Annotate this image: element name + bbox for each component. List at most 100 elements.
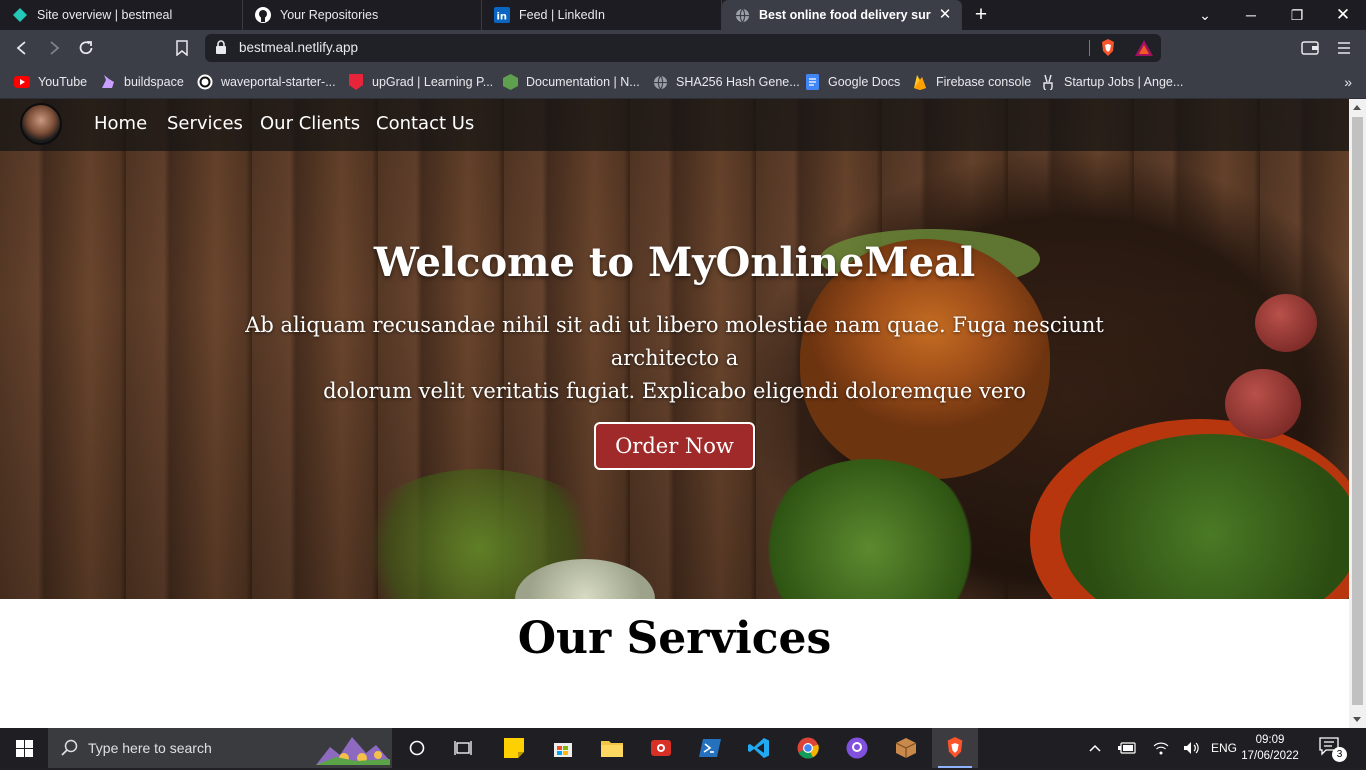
volume-icon[interactable]	[1178, 728, 1206, 768]
microsoft-store-icon[interactable]	[540, 728, 586, 768]
hero-content: Welcome to MyOnlineMeal Ab aliquam recus…	[0, 99, 1349, 599]
more-bookmarks-icon[interactable]: »	[1344, 74, 1352, 90]
services-heading: Our Services	[517, 613, 832, 664]
bookmark-label: Google Docs	[828, 75, 901, 89]
tab-linkedin-feed[interactable]: in Feed | LinkedIn	[482, 0, 722, 30]
close-window-button[interactable]: ✕	[1320, 0, 1366, 30]
cortana-icon[interactable]	[394, 728, 440, 768]
bookmark-startup-jobs[interactable]: Startup Jobs | Ange...	[1040, 71, 1183, 93]
github-icon	[255, 7, 271, 23]
taskbar-search[interactable]: Type here to search	[48, 728, 392, 768]
lock-icon	[215, 40, 227, 60]
language-indicator[interactable]: ENG	[1208, 728, 1240, 768]
restore-button[interactable]: ❐	[1274, 0, 1320, 30]
divider	[1089, 40, 1090, 56]
address-bar[interactable]: bestmeal.netlify.app	[205, 34, 1161, 62]
search-highlight-icon	[316, 731, 390, 765]
url-text: bestmeal.netlify.app	[239, 40, 359, 55]
tab-title: Site overview | bestmeal	[37, 8, 173, 22]
battery-icon[interactable]	[1112, 728, 1142, 768]
scroll-up-icon[interactable]	[1353, 105, 1361, 110]
bookmark-icon[interactable]	[170, 36, 194, 60]
close-tab-icon[interactable]: ✕	[937, 7, 953, 23]
clock[interactable]: 09:09 17/06/2022	[1240, 732, 1300, 764]
bookmark-youtube[interactable]: YouTube	[14, 71, 87, 93]
order-now-button[interactable]: Order Now	[594, 422, 755, 470]
bookmark-firebase[interactable]: Firebase console	[912, 71, 1031, 93]
new-tab-button[interactable]: +	[970, 3, 992, 27]
nodejs-icon	[502, 74, 518, 90]
page-scrollbar[interactable]	[1349, 99, 1366, 728]
tab-title: Best online food delivery survice	[759, 8, 931, 22]
browser-toolbar: bestmeal.netlify.app	[0, 30, 1366, 66]
windows-icon	[15, 739, 33, 757]
unicorn-icon	[100, 74, 116, 90]
tab-search-chevron-icon[interactable]: ⌄	[1182, 0, 1228, 30]
brave-shields-icon[interactable]	[1100, 39, 1116, 62]
forward-button[interactable]	[42, 36, 66, 60]
github-desktop-icon[interactable]	[834, 728, 880, 768]
bookmark-label: upGrad | Learning P...	[372, 75, 494, 89]
hero-title: Welcome to MyOnlineMeal	[373, 239, 976, 286]
docs-icon	[804, 74, 820, 90]
bat-rewards-icon[interactable]	[1135, 40, 1153, 61]
task-view-icon[interactable]	[440, 728, 486, 768]
youtube-icon	[14, 74, 30, 90]
tab-title: Feed | LinkedIn	[519, 8, 605, 22]
virtualbox-icon[interactable]	[883, 728, 929, 768]
show-hidden-icons-icon[interactable]	[1082, 728, 1108, 768]
replit-icon	[197, 74, 213, 90]
wifi-icon[interactable]	[1146, 728, 1176, 768]
bookmark-upgrad[interactable]: upGrad | Learning P...	[348, 71, 493, 93]
firebase-icon	[912, 74, 928, 90]
bookmark-label: waveportal-starter-...	[221, 75, 336, 89]
hero-subtitle: Ab aliquam recusandae nihil sit adi ut l…	[230, 309, 1119, 408]
bookmark-waveportal[interactable]: waveportal-starter-...	[197, 71, 336, 93]
reload-button[interactable]	[74, 36, 98, 60]
screen-recorder-icon[interactable]	[638, 728, 684, 768]
tab-strip: Site overview | bestmeal Your Repositori…	[0, 0, 1366, 30]
clock-time: 09:09	[1255, 734, 1285, 746]
search-placeholder: Type here to search	[88, 740, 212, 756]
bookmark-label: buildspace	[124, 75, 184, 89]
hero-subtitle-line: Ab aliquam recusandae nihil sit adi ut l…	[245, 313, 1104, 370]
scrollbar-thumb[interactable]	[1352, 117, 1363, 705]
page-viewport: Home Services Our Clients Contact Us Wel…	[0, 99, 1349, 728]
scroll-down-icon[interactable]	[1353, 717, 1361, 722]
tab-your-repositories[interactable]: Your Repositories	[243, 0, 482, 30]
linkedin-icon: in	[494, 7, 510, 23]
wallet-icon[interactable]	[1298, 36, 1322, 60]
chrome-icon[interactable]	[785, 728, 831, 768]
windows-taskbar: Type here to search ENG 09:09 17/06/2022…	[0, 728, 1366, 768]
clock-date: 17/06/2022	[1241, 750, 1299, 762]
minimize-button[interactable]: ─	[1228, 0, 1274, 30]
bookmark-label: SHA256 Hash Gene...	[676, 75, 800, 89]
bookmark-label: Documentation | N...	[526, 75, 640, 89]
sticky-notes-icon[interactable]	[491, 728, 537, 768]
bookmark-buildspace[interactable]: buildspace	[100, 71, 184, 93]
back-button[interactable]	[10, 36, 34, 60]
svg-text:in: in	[497, 12, 508, 23]
bookmarks-bar: YouTube buildspace waveportal-starter-..…	[0, 66, 1366, 99]
globe-icon	[652, 74, 668, 90]
search-icon	[61, 739, 78, 761]
action-center-button[interactable]: 3	[1318, 736, 1348, 762]
file-explorer-icon[interactable]	[589, 728, 635, 768]
bookmark-documentation[interactable]: Documentation | N...	[502, 71, 640, 93]
vscode-icon[interactable]	[736, 728, 782, 768]
menu-icon[interactable]	[1332, 36, 1356, 60]
notification-badge: 3	[1332, 747, 1347, 762]
angellist-icon	[1040, 74, 1056, 90]
bookmark-sha256[interactable]: SHA256 Hash Gene...	[652, 71, 800, 93]
upgrad-icon	[348, 74, 364, 90]
start-button[interactable]	[0, 728, 48, 768]
netlify-icon	[12, 7, 28, 23]
bookmark-google-docs[interactable]: Google Docs	[804, 71, 900, 93]
tab-site-overview[interactable]: Site overview | bestmeal	[0, 0, 243, 30]
brave-browser-icon[interactable]	[932, 728, 978, 768]
powershell-icon[interactable]	[687, 728, 733, 768]
hero-subtitle-line: dolorum velit veritatis fugiat. Explicab…	[323, 379, 1026, 403]
tab-bestmeal[interactable]: Best online food delivery survice ✕	[722, 0, 962, 30]
bookmark-label: Firebase console	[936, 75, 1032, 89]
globe-icon	[734, 7, 750, 23]
